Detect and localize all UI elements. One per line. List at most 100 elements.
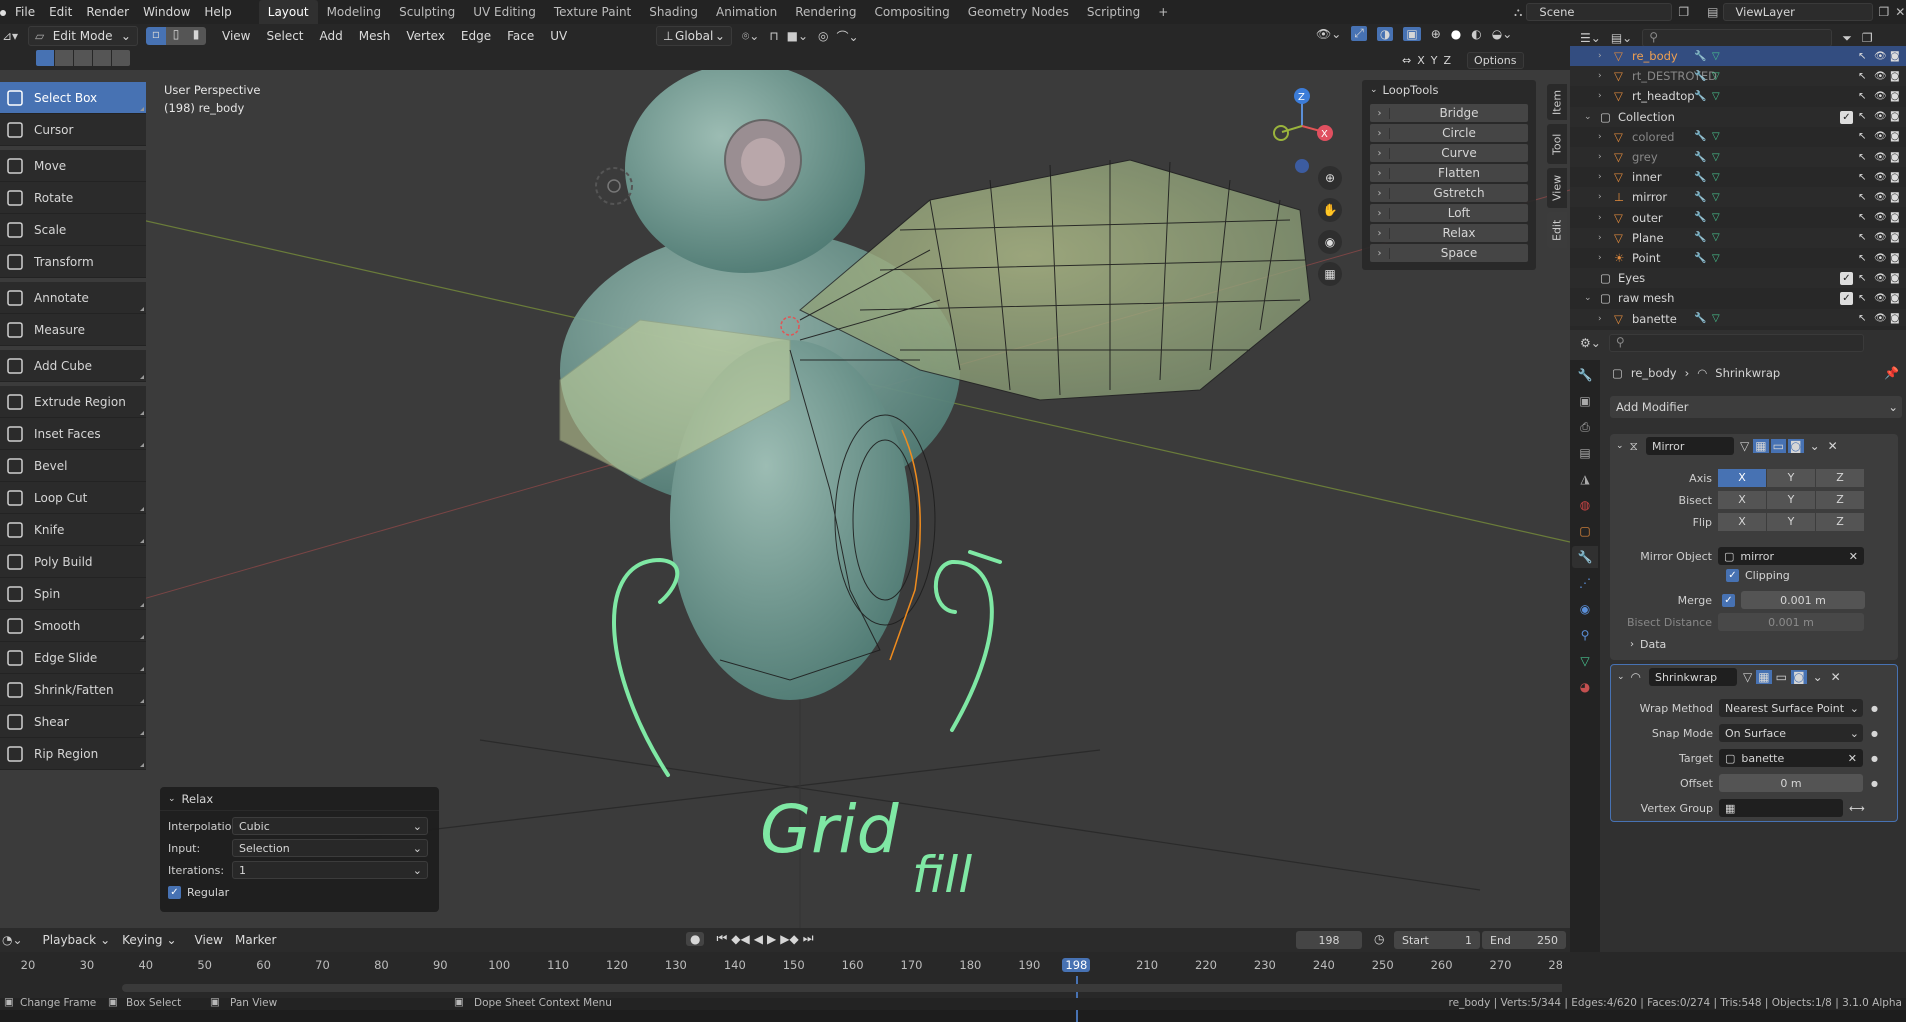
eye-icon[interactable]: 👁 xyxy=(1874,293,1887,304)
offset-field[interactable]: 0 m xyxy=(1719,774,1863,792)
looptools-bridge[interactable]: › Bridge xyxy=(1370,104,1528,122)
camera-render-icon[interactable]: ◙ xyxy=(1890,172,1900,183)
select-set-icon[interactable] xyxy=(36,50,54,66)
display-mode-icon[interactable]: ▤⌄ xyxy=(1611,31,1632,45)
render-toggle-icon[interactable]: ◙ xyxy=(1787,439,1804,453)
select-invert-icon[interactable] xyxy=(93,50,111,66)
current-frame-field[interactable]: 198 xyxy=(1296,931,1362,949)
particles-tab-icon[interactable]: ⋰ xyxy=(1572,572,1598,594)
tool-select-box[interactable]: Select Box xyxy=(0,82,146,114)
eye-icon[interactable]: 👁 xyxy=(1874,51,1887,62)
input-dropdown[interactable]: Selection ⌄ xyxy=(232,839,428,857)
menu-file[interactable]: File xyxy=(8,0,42,24)
clock-icon[interactable]: ◷ xyxy=(1374,932,1384,946)
object-tab-icon[interactable]: ▢ xyxy=(1572,520,1598,542)
keyframe-dot-icon[interactable]: ● xyxy=(1871,729,1878,738)
workspace-tab-geometry-nodes[interactable]: Geometry Nodes xyxy=(959,0,1078,24)
select-toggle-icon[interactable]: ↖ xyxy=(1858,152,1866,163)
looptools-flatten[interactable]: › Flatten xyxy=(1370,164,1528,182)
visibility-icon[interactable]: 👁⌄ xyxy=(1316,27,1341,41)
add-modifier-dropdown[interactable]: Add Modifier ⌄ xyxy=(1610,396,1902,418)
select-toggle-icon[interactable]: ↖ xyxy=(1858,172,1866,183)
transform-orientation-dropdown[interactable]: ⊥ Global ⌄ xyxy=(656,26,732,46)
interpolation-dropdown[interactable]: Cubic ⌄ xyxy=(232,817,428,835)
tool-knife[interactable]: Knife xyxy=(0,514,146,546)
navigation-gizmo[interactable]: Z X xyxy=(1262,80,1342,180)
render-toggle-icon[interactable]: ◙ xyxy=(1790,670,1807,684)
iterations-dropdown[interactable]: 1 ⌄ xyxy=(232,861,428,879)
menu-add[interactable]: Add xyxy=(314,26,349,46)
tool-bevel[interactable]: Bevel xyxy=(0,450,146,482)
mirror-z-toggle[interactable]: Z xyxy=(1444,54,1452,67)
add-workspace-button[interactable]: + xyxy=(1149,0,1177,24)
jump-end-icon[interactable]: ⏭ xyxy=(803,931,814,946)
workspace-tab-layout[interactable]: Layout xyxy=(258,0,318,24)
outliner-editor-icon[interactable]: ☰⌄ xyxy=(1580,31,1601,45)
overlays-icon[interactable]: ◑ xyxy=(1376,26,1394,41)
mode-selector[interactable]: ▱ Edit Mode ⌄ xyxy=(28,26,138,46)
outliner-item-collection[interactable]: ⌄ ▢ Collection ✓ ↖ 👁 ◙ xyxy=(1570,106,1906,127)
view-layer-icon[interactable]: ▤ xyxy=(1707,5,1718,19)
eye-icon[interactable]: 👁 xyxy=(1874,91,1887,102)
select-extend-icon[interactable] xyxy=(55,50,73,66)
world-tab-icon[interactable]: ◍ xyxy=(1572,494,1598,516)
select-toggle-icon[interactable]: ↖ xyxy=(1858,192,1866,203)
merge-distance-field[interactable]: 0.001 m xyxy=(1741,591,1865,609)
mirror-y-toggle[interactable]: Y xyxy=(1431,54,1438,67)
tool-cursor[interactable]: Cursor xyxy=(0,114,146,146)
select-toggle-icon[interactable]: ↖ xyxy=(1858,131,1866,142)
grid-view-icon[interactable]: ▦ xyxy=(1318,262,1342,286)
edit-mode-toggle-icon[interactable]: ▽ xyxy=(1743,670,1752,684)
prev-keyframe-icon[interactable]: ◆◀ xyxy=(731,932,749,946)
outliner-item-colored[interactable]: › ▽ colored 🔧 ▽ ↖ 👁 ◙ xyxy=(1570,127,1906,147)
merge-checkbox[interactable]: ✓ xyxy=(1722,593,1735,607)
edge-select-icon[interactable]: ▯ xyxy=(166,27,186,45)
workspace-tab-scripting[interactable]: Scripting xyxy=(1078,0,1149,24)
eye-icon[interactable]: 👁 xyxy=(1874,232,1887,243)
eye-icon[interactable]: 👁 xyxy=(1874,253,1887,264)
camera-render-icon[interactable]: ◙ xyxy=(1890,131,1900,142)
tool-extrude-region[interactable]: Extrude Region xyxy=(0,386,146,418)
tool-scale[interactable]: Scale xyxy=(0,214,146,246)
select-toggle-icon[interactable]: ↖ xyxy=(1858,273,1866,284)
eye-icon[interactable]: 👁 xyxy=(1874,71,1887,82)
face-select-icon[interactable]: ▮ xyxy=(186,27,206,45)
expand-chevron-icon[interactable]: ⌄ xyxy=(1584,293,1592,303)
zoom-icon[interactable]: ⊕ xyxy=(1318,166,1342,190)
frame-ruler[interactable]: 20 30 40 50 60 70 80 90 100 110 120 130 140 150 160 170… xyxy=(0,952,1570,1022)
menu-render[interactable]: Render xyxy=(79,0,136,24)
outliner-item-inner[interactable]: › ▽ inner 🔧 ▽ ↖ 👁 ◙ xyxy=(1570,167,1906,187)
outliner-item-banette[interactable]: › ▽ banette 🔧 ▽ ↖ 👁 ◙ xyxy=(1570,308,1906,326)
workspace-tab-rendering[interactable]: Rendering xyxy=(786,0,865,24)
camera-render-icon[interactable]: ◙ xyxy=(1890,232,1900,243)
eye-icon[interactable]: 👁 xyxy=(1874,192,1887,203)
sidebar-tab-tool[interactable]: Tool xyxy=(1547,124,1567,164)
vertex-select-icon[interactable]: ▫ xyxy=(146,27,166,45)
workspace-tab-modeling[interactable]: Modeling xyxy=(318,0,391,24)
pivot-point-icon[interactable]: ⌾⌄ xyxy=(742,29,759,44)
tool-rip-region[interactable]: Rip Region xyxy=(0,738,146,770)
camera-render-icon[interactable]: ◙ xyxy=(1890,51,1900,62)
bisect-y-toggle[interactable]: Y xyxy=(1767,491,1815,509)
tool-move[interactable]: Move xyxy=(0,150,146,182)
workspace-tab-animation[interactable]: Animation xyxy=(707,0,786,24)
expand-chevron-icon[interactable]: › xyxy=(1598,152,1602,162)
expand-chevron-icon[interactable]: › xyxy=(1598,253,1602,263)
eye-icon[interactable]: 👁 xyxy=(1874,111,1887,122)
data-subpanel-label[interactable]: Data xyxy=(1640,638,1666,651)
wrap-method-dropdown[interactable]: Nearest Surface Point ⌄ xyxy=(1719,699,1863,717)
material-tab-icon[interactable]: ◕ xyxy=(1572,676,1598,698)
mirror-x-toggle[interactable]: X xyxy=(1417,54,1425,67)
collection-checkbox[interactable]: ✓ xyxy=(1840,110,1853,124)
tool-measure[interactable]: Measure xyxy=(0,314,146,346)
outliner-search[interactable]: ⚲ xyxy=(1642,29,1833,47)
vertex-group-field[interactable]: ▦ xyxy=(1719,799,1843,817)
cage-toggle-icon[interactable]: ▦ xyxy=(1753,439,1769,453)
select-toggle-icon[interactable]: ↖ xyxy=(1858,212,1866,223)
looptools-space[interactable]: › Space xyxy=(1370,244,1528,262)
invert-icon[interactable]: ⟷ xyxy=(1849,802,1865,815)
camera-render-icon[interactable]: ◙ xyxy=(1890,293,1900,304)
options-dropdown[interactable]: Options xyxy=(1467,52,1524,69)
tool-shrink-fatten[interactable]: Shrink/Fatten xyxy=(0,674,146,706)
collapse-chevron-icon[interactable]: ⌄ xyxy=(1617,672,1625,682)
